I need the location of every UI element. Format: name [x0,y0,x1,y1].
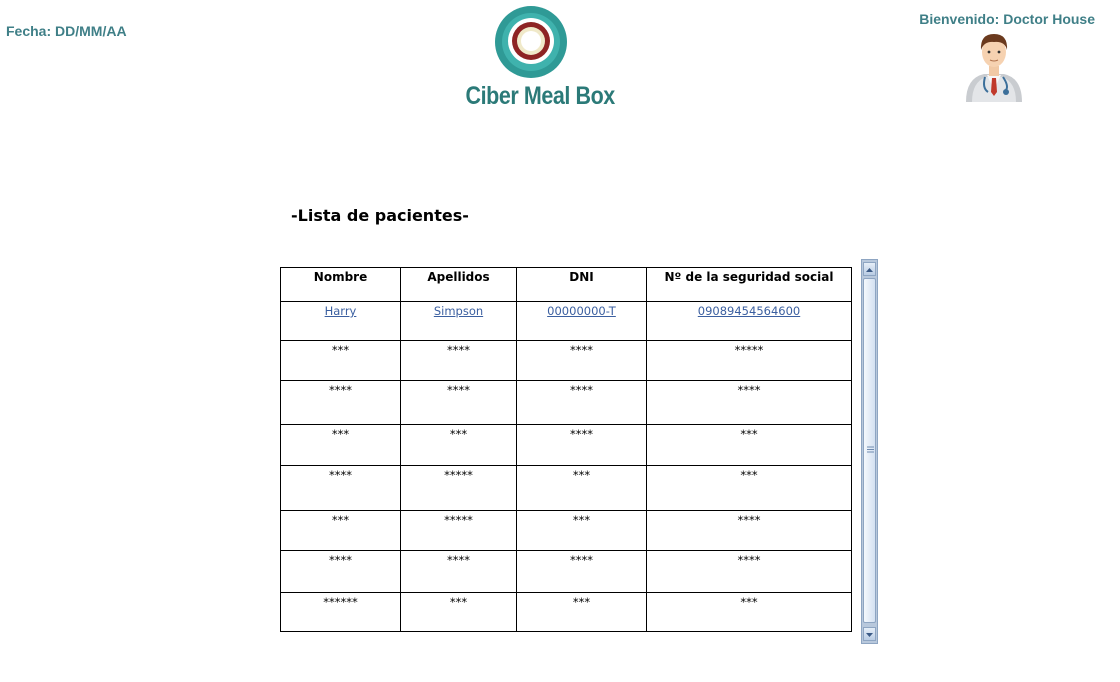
patients-table: Nombre Apellidos DNI Nº de la seguridad … [280,267,852,632]
table-cell: **** [516,340,647,381]
table-cell: **** [400,340,517,381]
page-title: -Lista de pacientes- [291,206,469,225]
patient-ssn-link[interactable]: 09089454564600 [698,304,800,318]
table-cell: **** [516,550,647,593]
table-cell: *** [646,424,852,466]
page: Fecha: DD/MM/AA Ciber Meal Box Bienvenid… [0,0,1120,682]
table-header-row: Nombre Apellidos DNI Nº de la seguridad … [280,267,852,302]
logo[interactable]: Ciber Meal Box [455,4,616,116]
column-header-dni: DNI [516,267,647,302]
table-row: Harry Simpson 00000000-T 09089454564600 [280,301,852,341]
table-cell: 09089454564600 [646,301,852,341]
table-cell: **** [400,550,517,593]
column-header-apellidos: Apellidos [400,267,517,302]
table-cell: *** [280,510,401,551]
column-header-nombre: Nombre [280,267,401,302]
table-row: *** ***** *** **** [280,510,852,551]
scroll-down-button[interactable] [863,627,876,641]
table-cell: **** [516,380,647,425]
table-cell: ***** [400,465,517,511]
table-cell: **** [646,380,852,425]
table-row: ****** *** *** *** [280,592,852,632]
table-cell: **** [280,550,401,593]
table-cell: ****** [280,592,401,632]
doctor-avatar-icon [966,34,1022,102]
table-cell: Simpson [400,301,517,341]
table-cell: ***** [646,340,852,381]
logo-mark-icon [495,6,567,78]
arrow-up-icon [866,268,873,272]
table-scrollbar[interactable] [861,259,878,644]
table-cell: **** [280,465,401,511]
table-row: **** ***** *** *** [280,465,852,511]
patient-name-link[interactable]: Harry [325,304,357,318]
date-label: Fecha: DD/MM/AA [6,23,127,39]
table-cell: ***** [400,510,517,551]
table-cell: *** [646,465,852,511]
table-cell: *** [516,592,647,632]
welcome-label: Bienvenido: Doctor House [919,11,1095,27]
table-cell: *** [646,592,852,632]
table-cell: *** [280,424,401,466]
table-cell: *** [516,510,647,551]
arrow-down-icon [866,633,873,637]
table-row: *** *** **** *** [280,424,852,466]
table-cell: *** [516,465,647,511]
grip-icon [867,446,874,453]
logo-text: Ciber Meal Box [465,82,616,110]
table-cell: *** [400,424,517,466]
table-cell: *** [400,592,517,632]
table-cell: **** [646,510,852,551]
table-cell: 00000000-T [516,301,647,341]
patient-surname-link[interactable]: Simpson [434,304,483,318]
table-cell: **** [646,550,852,593]
scroll-up-button[interactable] [863,262,876,276]
table-cell: Harry [280,301,401,341]
table-cell: *** [280,340,401,381]
table-row: **** **** **** **** [280,550,852,593]
scrollbar-thumb[interactable] [863,278,876,623]
column-header-ssn: Nº de la seguridad social [646,267,852,302]
table-cell: **** [516,424,647,466]
table-row: **** **** **** **** [280,380,852,425]
table-cell: **** [280,380,401,425]
table-cell: **** [400,380,517,425]
table-row: *** **** **** ***** [280,340,852,381]
patient-dni-link[interactable]: 00000000-T [547,304,616,318]
